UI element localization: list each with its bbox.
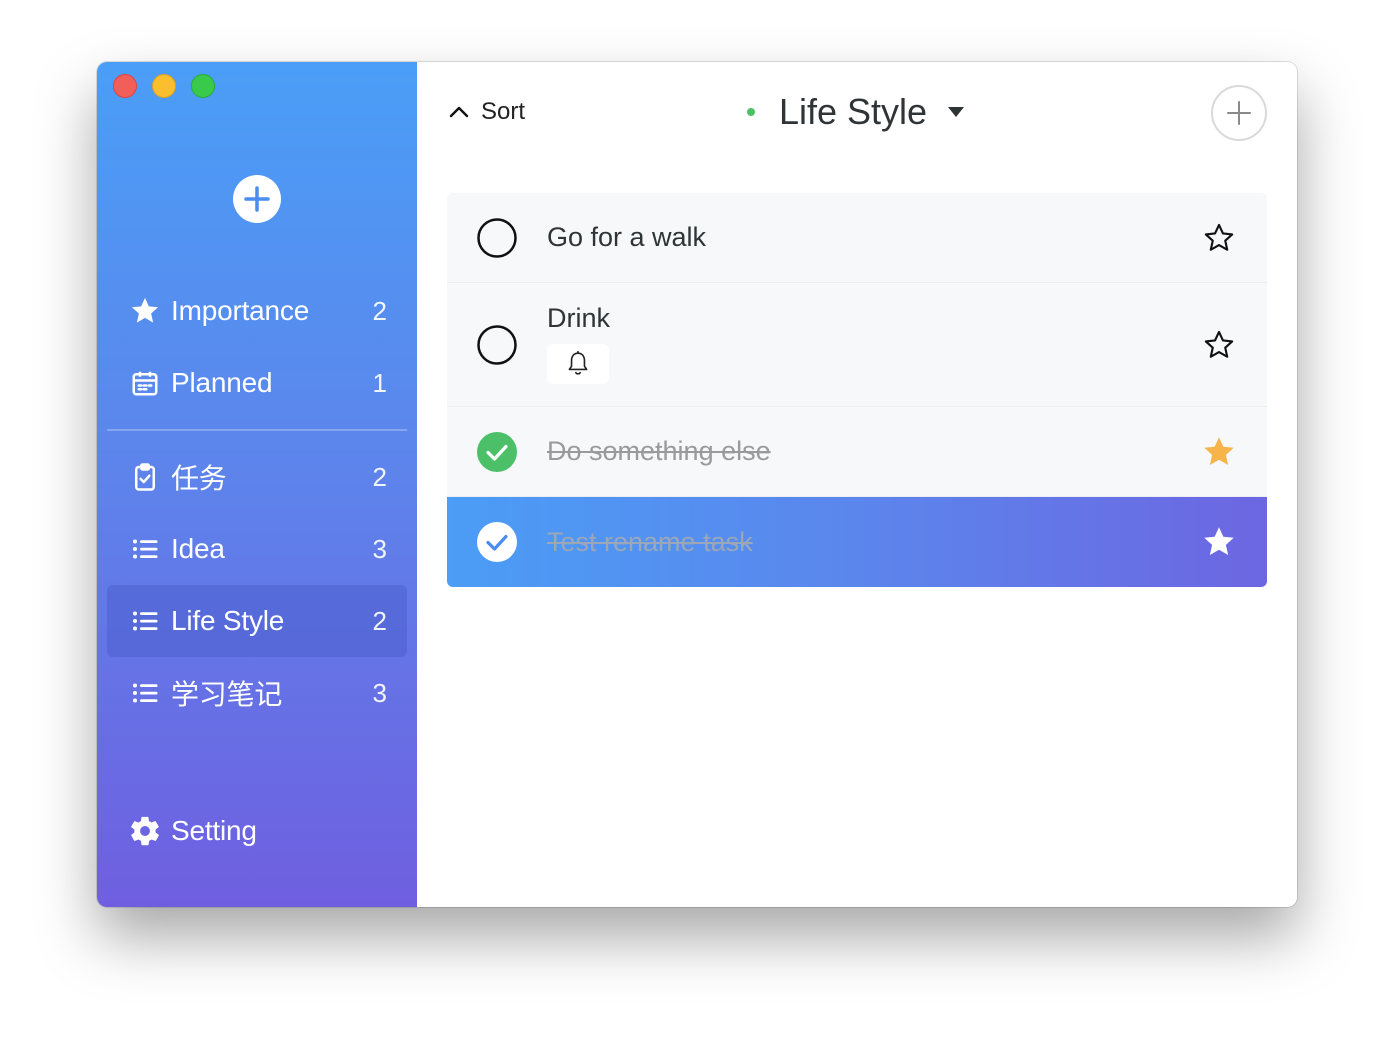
task-checkbox[interactable] <box>475 430 519 474</box>
task-checkbox[interactable] <box>475 520 519 564</box>
unchecked-circle-icon <box>477 324 517 365</box>
sidebar-item-label: 学习笔记 <box>171 679 283 710</box>
task-item[interactable]: Drink <box>447 283 1267 407</box>
add-task-button[interactable] <box>1211 85 1267 141</box>
sidebar-item-setting[interactable]: Setting <box>107 795 407 867</box>
star-icon <box>125 291 165 331</box>
sidebar-item-count: 2 <box>372 461 387 492</box>
star-toggle[interactable] <box>1199 522 1239 562</box>
list-title-dropdown[interactable]: Life Style <box>747 88 965 136</box>
chevron-up-icon <box>449 106 469 118</box>
star-outline-icon <box>1204 223 1234 251</box>
star-toggle[interactable] <box>1199 325 1239 365</box>
sidebar-item-count: 3 <box>372 533 387 564</box>
sidebar-item-label: Importance <box>171 295 310 326</box>
clipboard-check-icon <box>125 457 165 497</box>
list-header: Sort Life Style <box>417 62 1297 162</box>
gear-icon <box>125 811 165 851</box>
calendar-icon <box>125 363 165 403</box>
sidebar-item-life-style[interactable]: Life Style 2 <box>107 585 407 657</box>
check-circle-icon <box>477 431 517 472</box>
sidebar-item-idea[interactable]: Idea 3 <box>107 513 407 585</box>
maximize-window-button[interactable] <box>191 74 215 98</box>
sidebar-item-study-notes[interactable]: 学习笔记 3 <box>107 657 407 729</box>
sidebar-item-count: 1 <box>372 367 387 398</box>
plus-icon <box>1227 101 1251 125</box>
sort-button[interactable]: Sort <box>447 92 525 132</box>
task-body: Drink <box>547 303 610 384</box>
main-panel: Sort Life Style Go for a walk Drink Do s… <box>417 62 1297 907</box>
task-body: Go for a walk <box>547 222 706 253</box>
add-list-button[interactable] <box>233 175 281 223</box>
page-title: Life Style <box>779 91 928 132</box>
minimize-window-button[interactable] <box>152 74 176 98</box>
sidebar: Importance 2 Planned 1 任务 2 Idea 3 Life … <box>97 62 417 907</box>
star-toggle[interactable] <box>1199 218 1239 258</box>
sort-label: Sort <box>481 98 526 125</box>
task-item-selected[interactable]: Test rename task <box>447 497 1267 587</box>
sidebar-item-count: 2 <box>372 605 387 636</box>
close-window-button[interactable] <box>113 74 137 98</box>
sidebar-item-label: Planned <box>171 367 273 398</box>
plus-icon <box>244 186 270 212</box>
reminder-badge[interactable] <box>547 344 609 384</box>
bell-icon <box>568 351 588 375</box>
unchecked-circle-icon <box>477 217 517 258</box>
task-name: Test rename task <box>547 526 753 557</box>
sidebar-item-label: Life Style <box>171 605 285 636</box>
sidebar-item-count: 2 <box>372 295 387 326</box>
task-name: Go for a walk <box>547 222 707 252</box>
star-filled-icon <box>1204 527 1234 556</box>
app-window: Importance 2 Planned 1 任务 2 Idea 3 Life … <box>97 62 1297 907</box>
star-filled-icon <box>1204 436 1234 465</box>
sidebar-item-label: 任务 <box>171 463 227 494</box>
task-checkbox[interactable] <box>475 323 519 367</box>
sidebar-item-label: Idea <box>171 533 225 564</box>
star-toggle[interactable] <box>1199 432 1239 472</box>
list-icon <box>125 673 165 713</box>
sidebar-item-label: Setting <box>171 815 257 846</box>
list-icon <box>125 601 165 641</box>
task-name: Drink <box>547 303 611 333</box>
caret-down-icon <box>948 107 965 117</box>
sidebar-item-planned[interactable]: Planned 1 <box>107 347 407 419</box>
sidebar-item-importance[interactable]: Importance 2 <box>107 275 407 347</box>
task-item[interactable]: Do something else <box>447 407 1267 497</box>
task-list: Go for a walk Drink Do something else Te… <box>447 193 1267 587</box>
task-checkbox[interactable] <box>475 216 519 260</box>
sidebar-item-count: 3 <box>372 677 387 708</box>
task-body: Do something else <box>547 436 771 467</box>
list-icon <box>125 529 165 569</box>
sidebar-divider <box>107 429 407 431</box>
window-controls <box>113 74 215 98</box>
task-body: Test rename task <box>547 527 753 558</box>
sidebar-item-tasks[interactable]: 任务 2 <box>107 441 407 513</box>
task-item[interactable]: Go for a walk <box>447 193 1267 283</box>
star-outline-icon <box>1204 330 1234 358</box>
list-color-dot <box>747 108 755 116</box>
check-circle-icon <box>477 522 517 562</box>
task-name: Do something else <box>547 436 771 466</box>
